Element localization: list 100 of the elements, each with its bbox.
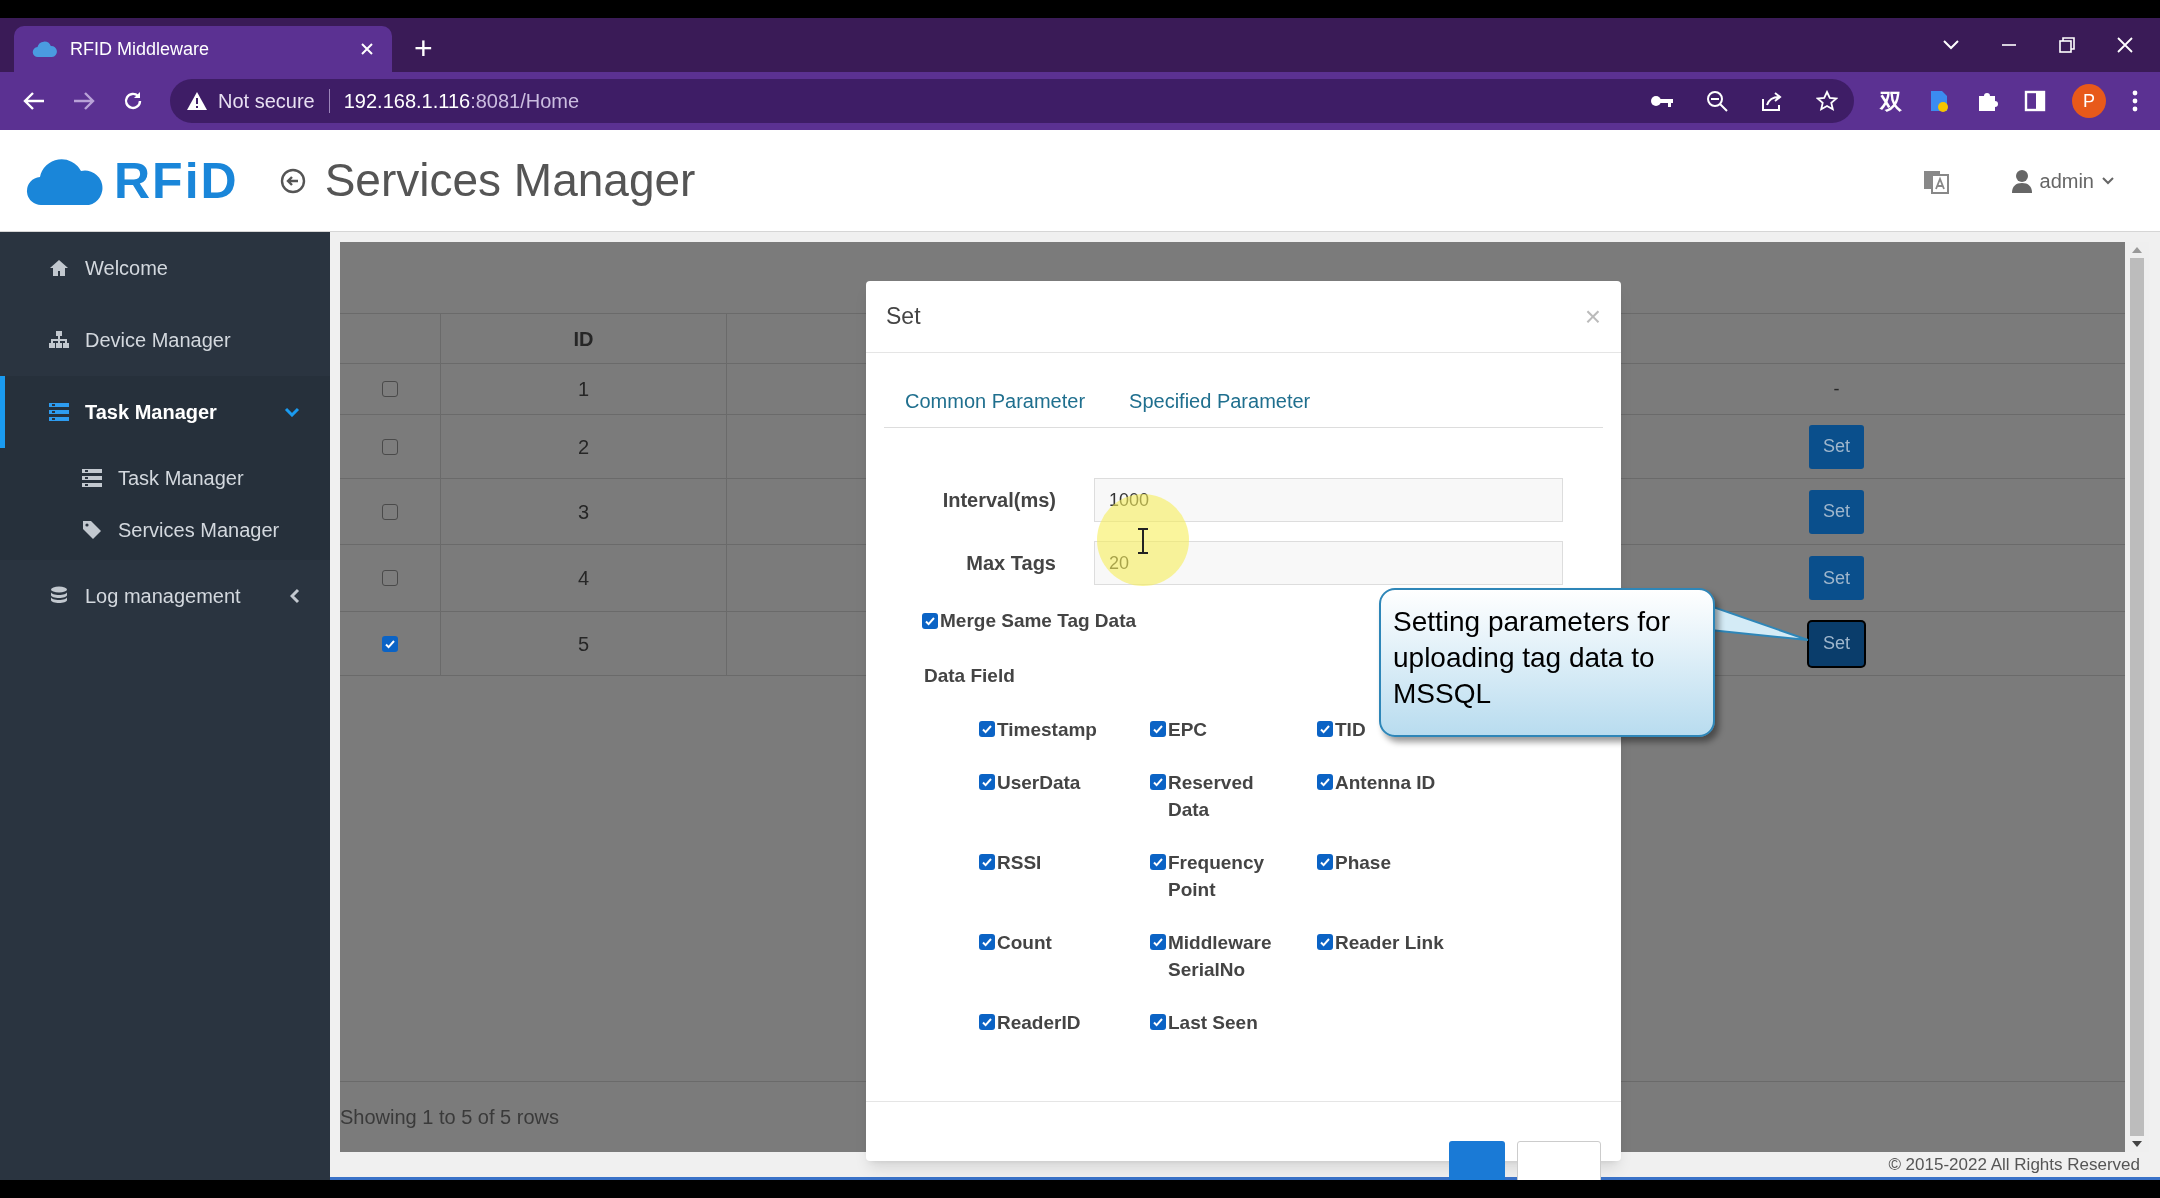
logo-text: RFiD bbox=[114, 155, 239, 206]
new-tab-button[interactable]: + bbox=[414, 32, 433, 64]
user-menu[interactable]: admin bbox=[2011, 165, 2114, 196]
text-cursor-icon bbox=[1136, 528, 1150, 554]
modal-title: Set bbox=[886, 302, 922, 332]
checkbox-label: Timestamp bbox=[997, 718, 1097, 742]
caret-icon[interactable] bbox=[2102, 176, 2114, 185]
page-title: Services Manager bbox=[324, 153, 696, 208]
checkbox[interactable] bbox=[382, 503, 398, 520]
back-circle-icon[interactable] bbox=[278, 166, 307, 195]
star-icon[interactable] bbox=[1816, 90, 1838, 112]
profile-avatar[interactable]: P bbox=[2072, 84, 2106, 118]
list-icon bbox=[82, 468, 102, 488]
sidebar-item[interactable]: Welcome bbox=[0, 232, 330, 304]
zoom-icon[interactable] bbox=[1706, 90, 1728, 112]
checkbox[interactable] bbox=[1317, 854, 1333, 870]
extension-icon[interactable] bbox=[1928, 89, 1950, 113]
checkbox-label: Merge Same Tag Data bbox=[940, 609, 1137, 633]
checkbox[interactable] bbox=[1150, 721, 1166, 737]
set-button[interactable]: Set bbox=[1809, 621, 1864, 666]
sidebar-item[interactable]: Log management bbox=[0, 560, 330, 632]
checkbox[interactable] bbox=[979, 774, 995, 790]
translate-extension-button[interactable]: 双 bbox=[1880, 84, 1902, 118]
sidebar-subitem[interactable]: Services Manager bbox=[0, 504, 330, 556]
table-cell-text: 5 bbox=[577, 631, 590, 657]
user-icon bbox=[2011, 168, 2032, 193]
set-button[interactable]: Set bbox=[1809, 556, 1864, 600]
checkbox[interactable] bbox=[382, 381, 398, 397]
address-bar[interactable]: Not secure 192.168.1.116:8081/Home bbox=[170, 79, 1854, 123]
checkbox-label: EPC bbox=[1168, 718, 1208, 742]
table-cell-text: 1 bbox=[577, 377, 590, 402]
checkbox[interactable] bbox=[1150, 934, 1166, 950]
field-label: Interval(ms) bbox=[942, 488, 1056, 513]
sidebar-item[interactable]: Task Manager bbox=[0, 376, 330, 448]
column-header: ID bbox=[573, 326, 594, 352]
table-cell-text: 4 bbox=[577, 566, 590, 591]
table-cell-text: 2 bbox=[577, 434, 590, 460]
checkbox[interactable] bbox=[1317, 934, 1333, 950]
home-icon bbox=[49, 258, 69, 278]
checkbox[interactable] bbox=[382, 570, 398, 586]
key-icon[interactable] bbox=[1650, 94, 1674, 108]
checkbox[interactable] bbox=[1317, 774, 1333, 790]
checkbox[interactable] bbox=[1150, 854, 1166, 870]
checkbox[interactable] bbox=[382, 635, 398, 652]
sidebar-item[interactable]: Device Manager bbox=[0, 304, 330, 376]
list-icon bbox=[49, 402, 69, 422]
database-icon bbox=[49, 586, 69, 606]
url-text: 192.168.1.116:8081/Home bbox=[343, 89, 580, 114]
scroll-down-icon[interactable] bbox=[2131, 1140, 2143, 1148]
checkbox-label: Phase bbox=[1335, 851, 1391, 875]
set-button[interactable]: Set bbox=[1809, 489, 1864, 534]
tab[interactable]: Common Parameter bbox=[905, 386, 1086, 416]
checkbox[interactable] bbox=[979, 721, 995, 737]
set-button[interactable]: Set bbox=[1809, 424, 1864, 469]
checkbox[interactable] bbox=[979, 934, 995, 950]
sidebar-subitem[interactable]: Task Manager bbox=[0, 452, 330, 504]
puzzle-icon[interactable] bbox=[1976, 90, 1998, 112]
warning-icon bbox=[186, 91, 208, 111]
checkbox[interactable] bbox=[1150, 1014, 1166, 1030]
checkbox-label: Frequency Point bbox=[1168, 851, 1266, 902]
callout-bubble: Setting parameters for uploading tag data to MSSQL bbox=[1379, 588, 1715, 737]
field-label: Max Tags bbox=[966, 551, 1056, 576]
table-cell-text: - bbox=[1833, 377, 1840, 401]
share-icon[interactable] bbox=[1760, 90, 1784, 112]
checkbox[interactable] bbox=[979, 1014, 995, 1030]
cloud-icon bbox=[32, 40, 58, 58]
tab-title: RFID Middleware bbox=[70, 37, 211, 61]
checkbox-label: Last Seen bbox=[1168, 1011, 1258, 1035]
checkbox-label: ReaderID bbox=[997, 1011, 1081, 1035]
restore-icon[interactable] bbox=[2058, 36, 2076, 54]
menu-icon[interactable] bbox=[2132, 90, 2138, 112]
security-label: Not secure bbox=[218, 89, 315, 114]
checkbox-label: RSSI bbox=[997, 851, 1042, 875]
side-panel-icon[interactable] bbox=[2024, 90, 2046, 112]
table-cell-text: 3 bbox=[577, 499, 590, 525]
sitemap-icon bbox=[49, 330, 69, 350]
checkbox[interactable] bbox=[1150, 774, 1166, 790]
checkbox-label: TID bbox=[1335, 718, 1366, 742]
checkbox-label: UserData bbox=[997, 771, 1081, 795]
back-arrow-icon[interactable] bbox=[22, 91, 46, 111]
reload-icon[interactable] bbox=[122, 90, 144, 112]
checkbox-label: Antenna ID bbox=[1335, 771, 1436, 795]
checkbox-label: Reader Link bbox=[1335, 931, 1444, 955]
checkbox-label: Reserved Data bbox=[1168, 771, 1255, 822]
tag-icon bbox=[82, 520, 102, 540]
checkbox[interactable] bbox=[979, 854, 995, 870]
browser-tab[interactable]: RFID Middleware bbox=[14, 26, 392, 72]
close-icon[interactable] bbox=[360, 42, 374, 56]
pagination-info: Showing 1 to 5 of 5 rows bbox=[340, 1105, 559, 1130]
copyright-text: © 2015-2022 All Rights Reserved bbox=[1888, 1153, 2140, 1176]
checkbox[interactable] bbox=[922, 613, 938, 630]
forward-arrow-icon[interactable] bbox=[72, 91, 96, 111]
tab[interactable]: Specified Parameter bbox=[1129, 386, 1311, 416]
close-icon[interactable] bbox=[2116, 36, 2134, 54]
checkbox-label: Middleware SerialNo bbox=[1168, 931, 1273, 982]
checkbox-label: Count bbox=[997, 931, 1052, 955]
section-label: Data Field bbox=[924, 664, 1015, 686]
checkbox[interactable] bbox=[382, 438, 398, 455]
checkbox[interactable] bbox=[1317, 721, 1333, 737]
chevron-down-icon[interactable] bbox=[1942, 39, 1960, 51]
